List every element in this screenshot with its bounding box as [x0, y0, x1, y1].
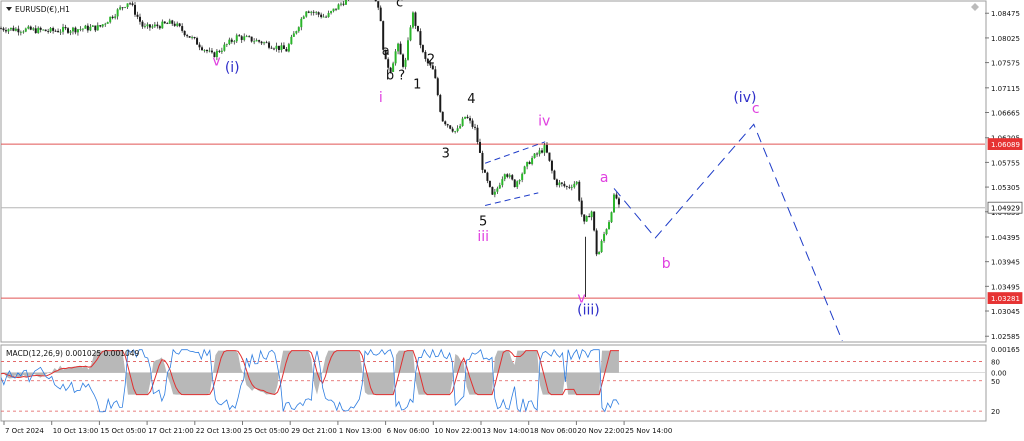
- wave-label: 5: [479, 215, 487, 230]
- macd-tick-label: 80: [991, 359, 1000, 367]
- candle: [595, 228, 598, 257]
- candle: [593, 211, 596, 232]
- candle: [491, 186, 494, 196]
- price-tick-label: 1.02585: [991, 333, 1020, 341]
- time-tick-label: 25 Oct 05:00: [244, 427, 290, 435]
- candle: [610, 211, 613, 223]
- chart-window: v(i)iica2b ?14i3iv(iv)ca5iiibv(iii) 1.08…: [0, 0, 1024, 441]
- chart-canvas: v(i)iica2b ?14i3iv(iv)ca5iiibv(iii) 1.08…: [0, 0, 1024, 441]
- macd-tick-label: 50: [991, 378, 1000, 386]
- candle: [476, 124, 479, 145]
- candle: [548, 152, 551, 162]
- candle: [421, 44, 424, 54]
- candle: [344, 0, 347, 5]
- time-tick-label: 10 Nov 22:00: [434, 427, 481, 435]
- candle: [481, 150, 484, 174]
- price-badge-label: 1.06089: [991, 141, 1020, 149]
- wave-label: 3: [442, 147, 450, 162]
- candle: [409, 25, 412, 42]
- candle: [523, 165, 526, 175]
- candle: [439, 93, 442, 113]
- wave-label: (iii): [577, 303, 600, 319]
- time-tick-label: 22 Oct 13:00: [196, 427, 242, 435]
- price-tick-label: 1.04395: [991, 234, 1020, 242]
- candle: [612, 193, 615, 213]
- candle: [402, 53, 405, 69]
- candle: [585, 215, 588, 222]
- wave-label: c: [752, 101, 760, 117]
- macd-label: MACD(12,26,9) 0.001025 0.001049: [6, 349, 140, 358]
- wave-label: b ?: [386, 68, 405, 83]
- price-badge: 1.06089: [987, 138, 1023, 150]
- time-tick-label: 20 Nov 22:00: [577, 427, 624, 435]
- time-tick-label: 7 Oct 2024: [5, 427, 44, 435]
- time-tick-label: 15 Oct 05:00: [100, 427, 146, 435]
- wave-label: b: [662, 256, 671, 272]
- wave-label: iv: [538, 113, 550, 129]
- candle: [513, 179, 516, 188]
- candle: [394, 49, 397, 66]
- candle: [600, 239, 603, 253]
- candle: [188, 36, 191, 38]
- wave-label: i: [379, 90, 383, 106]
- wave-label: 2: [427, 52, 435, 67]
- price-tick-label: 1.07115: [991, 85, 1020, 93]
- candle: [533, 153, 536, 159]
- price-badge-label: 1.04929: [991, 205, 1020, 213]
- candle: [449, 125, 452, 130]
- candle: [436, 76, 439, 97]
- price-tick-label: 1.08025: [991, 35, 1020, 43]
- time-tick-label: 18 Nov 06:00: [530, 427, 577, 435]
- price-tick-label: 1.08475: [991, 10, 1020, 18]
- price-tick-label: 1.03945: [991, 259, 1020, 267]
- candle: [287, 42, 290, 53]
- wave-label: a: [600, 170, 609, 186]
- time-tick-label: 25 Nov 14:00: [625, 427, 672, 435]
- macd-zero-label: 0.00: [991, 370, 1007, 378]
- wave-label: iii: [477, 229, 489, 245]
- time-tick-label: 6 Nov 06:00: [387, 427, 430, 435]
- candle: [553, 169, 556, 180]
- wave-label: c: [396, 0, 403, 10]
- symbol-label: EURUSD(€),H1: [15, 5, 70, 14]
- time-tick-label: 13 Nov 14:00: [482, 427, 529, 435]
- time-tick-label: 17 Oct 21:00: [148, 427, 194, 435]
- price-tick-label: 1.03045: [991, 308, 1020, 316]
- wave-label: v: [212, 54, 220, 70]
- candle: [379, 5, 382, 22]
- price-tick-label: 1.05305: [991, 184, 1020, 192]
- candle: [578, 180, 581, 202]
- price-tick-label: 1.05755: [991, 159, 1020, 167]
- wave-label: a: [382, 44, 390, 59]
- candle: [441, 111, 444, 122]
- wave-label: 4: [467, 92, 475, 107]
- price-tick-label: 1.07575: [991, 60, 1020, 68]
- candle: [411, 11, 414, 29]
- macd-tick-label: 20: [991, 408, 1000, 416]
- time-tick-label: 10 Oct 13:00: [53, 427, 99, 435]
- candle: [488, 180, 491, 188]
- macd-tick-label: 0.00165: [991, 346, 1020, 354]
- wave-label: (i): [225, 60, 240, 76]
- candle: [407, 37, 410, 61]
- price-badge-label: 1.03281: [991, 295, 1020, 303]
- price-badge: 1.04929: [987, 201, 1023, 214]
- background: [0, 0, 1024, 441]
- time-tick-label: 1 Nov 13:00: [339, 427, 382, 435]
- symbol-header: EURUSD(€),H1: [6, 5, 70, 14]
- price-badge: 1.03281: [987, 292, 1023, 304]
- price-tick-label: 1.06665: [991, 110, 1020, 118]
- wave-label: 1: [413, 78, 421, 93]
- price-tick-label: 1.03495: [991, 283, 1020, 291]
- time-tick-label: 29 Oct 21:00: [291, 427, 337, 435]
